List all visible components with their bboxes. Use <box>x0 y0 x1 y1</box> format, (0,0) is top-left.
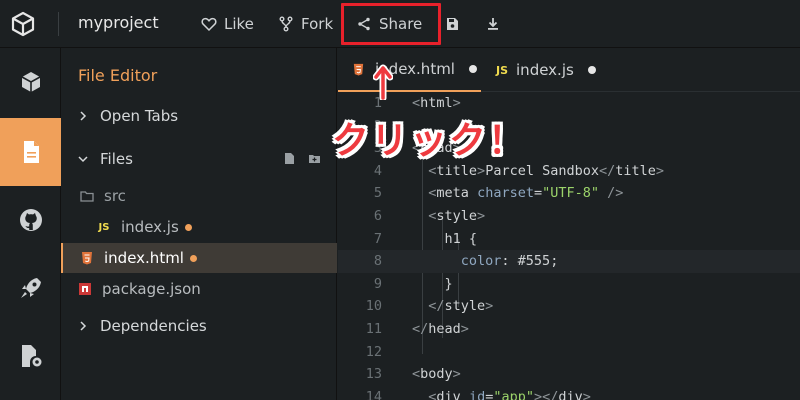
code-line: 9 } <box>373 275 453 292</box>
download-button[interactable] <box>485 12 501 36</box>
files-label: Files <box>100 150 133 168</box>
files-section[interactable]: Files <box>61 144 337 174</box>
sidebar-title: File Editor <box>78 66 158 85</box>
code-line: 10 </style> <box>365 298 494 315</box>
tab-index-js[interactable]: JS index.js <box>496 48 596 92</box>
open-tabs-label: Open Tabs <box>100 107 179 125</box>
folder-icon <box>80 191 94 202</box>
tab-index-html[interactable]: index.html <box>338 48 481 92</box>
activity-github[interactable] <box>0 186 61 254</box>
code-editor: index.html JS index.js 1 <html> 2 3 <head>… <box>338 48 800 400</box>
activity-bar <box>0 48 61 400</box>
share-highlight-box <box>341 3 441 45</box>
rocket-icon <box>20 278 41 298</box>
open-tabs-section[interactable]: Open Tabs <box>61 101 337 131</box>
file-package-json-row[interactable]: package.json <box>61 274 337 304</box>
html5-file-icon <box>82 252 92 265</box>
code-line: 12 <box>365 343 382 360</box>
file-index-html-row[interactable]: index.html <box>61 243 337 273</box>
editor-tab-bar: index.html JS index.js <box>338 48 800 92</box>
folder-src-label: src <box>104 187 126 205</box>
cube-icon <box>21 72 40 92</box>
new-file-icon[interactable] <box>283 152 296 165</box>
unsaved-dot <box>587 66 596 74</box>
code-line: 13 <body> <box>365 366 461 383</box>
unsaved-dot <box>184 224 192 231</box>
code-line: 6 <style> <box>373 208 486 224</box>
dependencies-section[interactable]: Dependencies <box>61 311 337 341</box>
download-icon <box>488 18 498 30</box>
annotation-arrow-icon <box>373 64 393 100</box>
activity-file-editor[interactable] <box>0 118 61 186</box>
click-callout-text: クリック！ <box>332 119 527 162</box>
code-line: 5 <meta charset="UTF-8" /> <box>373 185 624 202</box>
files-actions <box>283 152 321 165</box>
file-index-html-label: index.html <box>104 249 197 267</box>
chevron-right-icon <box>80 111 87 121</box>
project-name[interactable]: myproject <box>78 13 159 32</box>
unsaved-dot <box>189 255 197 262</box>
unsaved-dot <box>468 65 477 73</box>
github-icon <box>19 209 42 231</box>
activity-deploy[interactable] <box>0 254 61 322</box>
dependencies-label: Dependencies <box>100 317 207 335</box>
fork-label: Fork <box>301 15 334 33</box>
codesandbox-logo-icon[interactable] <box>10 11 36 37</box>
file-index-js-row[interactable]: JS index.js <box>61 212 337 242</box>
code-line: 7 h1 { <box>373 230 478 247</box>
chevron-down-icon <box>78 156 88 163</box>
js-file-icon: JS <box>496 63 509 77</box>
activity-server-control[interactable] <box>0 322 61 390</box>
header-divider <box>58 12 59 36</box>
code-line: 14 <div id="app"></div> <box>365 388 591 400</box>
code-line-current: 8 color: #555; <box>338 250 800 273</box>
file-gear-icon <box>21 345 41 367</box>
save-icon <box>447 18 458 30</box>
file-icon <box>23 141 39 163</box>
like-label: Like <box>224 15 254 33</box>
file-index-js-label: index.js <box>121 218 192 236</box>
file-package-json-label: package.json <box>102 280 201 298</box>
code-line: 11 </head> <box>365 321 469 337</box>
file-explorer-sidebar: File Editor Open Tabs Files src JS index… <box>61 48 337 400</box>
fork-icon <box>279 16 293 32</box>
tab-label: index.js <box>516 61 574 79</box>
html5-file-icon <box>353 63 364 76</box>
save-button[interactable] <box>444 12 460 36</box>
top-bar: myproject Like Fork Share <box>0 0 800 48</box>
heart-icon <box>201 17 217 32</box>
like-button[interactable]: Like <box>201 12 254 36</box>
npm-file-icon <box>79 283 91 295</box>
new-folder-icon[interactable] <box>308 152 321 165</box>
activity-project-info[interactable] <box>0 48 61 116</box>
fork-button[interactable]: Fork <box>278 12 333 36</box>
chevron-right-icon <box>80 321 87 331</box>
folder-src-row[interactable]: src <box>61 181 337 211</box>
js-file-icon: JS <box>98 221 110 233</box>
